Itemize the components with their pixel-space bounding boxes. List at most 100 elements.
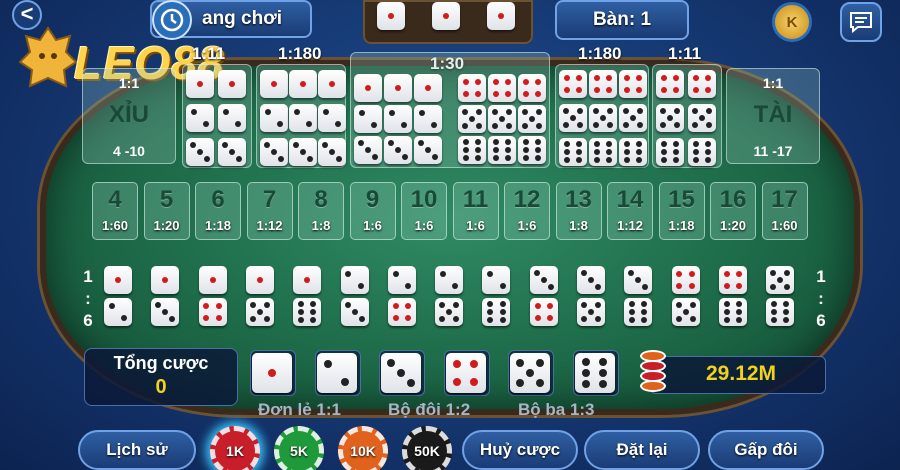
total-cell-16[interactable]: 16 1:20 [710, 182, 756, 240]
die-face-5 [518, 105, 546, 133]
history-clock-icon [160, 8, 184, 32]
small-odds: 1:1 [118, 75, 140, 91]
die-face-2 [104, 298, 132, 326]
history-button-label: Lịch sử [106, 440, 168, 459]
die-face-2 [186, 104, 214, 132]
chat-icon [850, 12, 872, 33]
chip-50k[interactable]: 50K [402, 426, 452, 470]
chip-label: 5K [290, 443, 308, 459]
die-face-3 [186, 138, 214, 166]
face-die-6 [574, 353, 615, 393]
die-face-4 [198, 298, 227, 326]
chip-1k[interactable]: 1K [210, 426, 260, 470]
face-die-3 [381, 353, 421, 393]
total-cell-14[interactable]: 14 1:12 [607, 182, 653, 240]
die-face-2 [340, 266, 369, 294]
total-number: 13 [565, 186, 592, 213]
result-die [377, 2, 405, 30]
total-cell-7[interactable]: 7 1:12 [246, 182, 293, 240]
big-range: 11 -17 [753, 143, 793, 159]
total-cell-11[interactable]: 11 1:6 [452, 182, 499, 240]
chip-10k[interactable]: 10K [338, 426, 388, 470]
die-face-4 [559, 70, 587, 98]
double-bet-label-btn: Gấp đôi [734, 440, 798, 459]
die-face-1 [260, 70, 288, 98]
total-cell-12[interactable]: 12 1:6 [504, 182, 550, 240]
double-bet-button[interactable]: Gấp đôi [708, 430, 824, 470]
die-face-6 [559, 138, 587, 166]
total-cell-13[interactable]: 13 1:8 [555, 182, 602, 240]
total-number: 16 [719, 186, 747, 213]
die-face-2 [354, 105, 382, 133]
chip-label: 1K [226, 443, 244, 459]
total-number: 15 [668, 186, 695, 213]
die-face-1 [186, 70, 214, 98]
total-cell-6[interactable]: 6 1:18 [195, 182, 241, 240]
die-face-3 [218, 138, 246, 166]
total-number: 17 [771, 186, 798, 213]
die-face-4 [688, 70, 716, 98]
die-face-5 [766, 266, 795, 294]
total-odds: 1:18 [668, 218, 695, 233]
die-face-5 [671, 298, 700, 326]
total-odds: 1:20 [153, 218, 180, 233]
die-face-2 [318, 104, 346, 132]
die-face-6 [589, 138, 617, 166]
chip-5k[interactable]: 5K [274, 426, 324, 470]
total-cell-5[interactable]: 5 1:20 [143, 182, 190, 240]
die-face-3 [318, 138, 346, 166]
total-cell-17[interactable]: 17 1:60 [761, 182, 808, 240]
die-face-5 [559, 104, 587, 132]
double-bet-label: Bộ đôi 1:2 [388, 400, 471, 419]
die-face-4 [518, 74, 546, 102]
big-name: TÀI [753, 101, 793, 128]
history-button[interactable]: Lịch sử [78, 430, 196, 470]
small-bet-panel[interactable]: 1:1 XỈU 4 -10 [82, 68, 176, 164]
chat-button[interactable] [840, 2, 882, 42]
die-face-3 [384, 136, 412, 164]
history-clock-button[interactable] [152, 0, 192, 40]
single-bet-label: Đơn lẻ 1:1 [258, 400, 341, 419]
die-face-3 [260, 138, 288, 166]
total-odds: 1:6 [363, 218, 382, 233]
balance-value: 29.12M [706, 362, 777, 385]
small-name: XỈU [108, 101, 149, 128]
cancel-bet-label: Huỷ cược [479, 440, 561, 459]
triple-bet-label: Bộ ba 1:3 [518, 400, 595, 419]
result-die [432, 2, 460, 30]
reset-button[interactable]: Đặt lại [584, 430, 700, 470]
die-face-5 [488, 105, 516, 133]
small-range: 4 -10 [113, 143, 145, 159]
total-odds: 1:8 [569, 218, 588, 233]
die-face-1 [198, 266, 227, 294]
total-odds: 1:12 [616, 218, 644, 233]
big-bet-panel[interactable]: 1:1 TÀI 11 -17 [726, 68, 820, 164]
cancel-bet-button[interactable]: Huỷ cược [462, 430, 578, 470]
coin-icon: K [786, 13, 798, 31]
die-face-1 [318, 70, 346, 98]
die-face-4 [529, 298, 558, 326]
total-number: 11 [462, 186, 489, 213]
total-cell-9[interactable]: 9 1:6 [349, 182, 396, 240]
die-face-3 [577, 266, 605, 294]
total-cell-4[interactable]: 4 1:60 [92, 182, 138, 240]
total-cell-15[interactable]: 15 1:18 [658, 182, 705, 240]
reset-label: Đặt lại [616, 440, 668, 459]
face-die-5 [510, 353, 550, 393]
combo-odds-right: 1:6 [816, 267, 826, 330]
total-cell-8[interactable]: 8 1:8 [298, 182, 344, 240]
total-odds: 1:12 [256, 218, 283, 233]
coin-button[interactable]: K [772, 2, 812, 42]
die-face-2 [482, 266, 511, 294]
die-face-5 [435, 298, 464, 326]
face-die-1 [252, 353, 292, 393]
die-face-4 [589, 70, 617, 98]
die-face-3 [289, 138, 317, 166]
die-face-5 [577, 298, 605, 326]
die-face-6 [458, 136, 486, 164]
double-odds-left: 1:11 [192, 44, 226, 63]
total-cell-10[interactable]: 10 1:6 [401, 182, 447, 240]
die-face-6 [518, 136, 546, 164]
die-face-3 [151, 298, 180, 326]
combo-odds-left: 1:6 [83, 267, 93, 330]
